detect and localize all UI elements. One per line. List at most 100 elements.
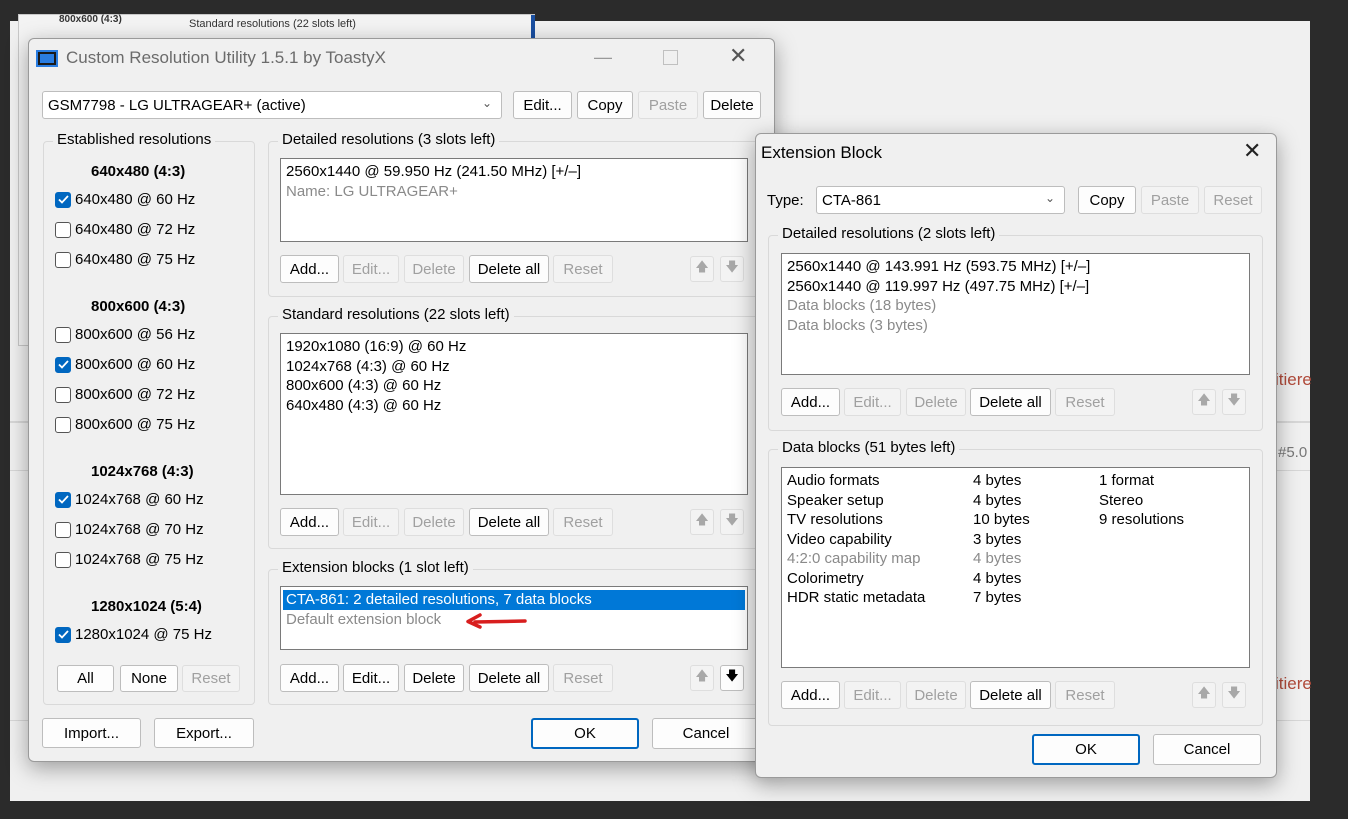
data-blocks-list[interactable]: Audio formats 4 bytes 1 format Speaker set… — [781, 467, 1250, 668]
data-block-name: Speaker setup — [787, 491, 884, 509]
ok-button[interactable]: OK — [1032, 734, 1140, 765]
paste-button[interactable]: Paste — [1141, 186, 1199, 214]
maximize-icon[interactable] — [663, 50, 678, 65]
none-button[interactable]: None — [120, 665, 178, 692]
list-item[interactable]: Data blocks (18 bytes) — [787, 296, 1244, 316]
list-item[interactable]: 2560x1440 @ 59.950 Hz (241.50 MHz) [+/–] — [286, 162, 742, 182]
reset-data-blocks-button[interactable]: Reset — [1055, 681, 1115, 709]
reset-established-button[interactable]: Reset — [182, 665, 240, 692]
list-item[interactable]: Video capability 3 bytes — [787, 530, 1244, 550]
group-heading: 1024x768 (4:3) — [91, 463, 194, 480]
standard-resolutions-list[interactable]: 1920x1080 (16:9) @ 60 Hz 1024x768 (4:3) … — [280, 333, 748, 495]
checkbox-checked-icon — [55, 191, 71, 208]
delete-data-block-button[interactable]: Delete — [906, 681, 966, 709]
checkbox-1024x768-70[interactable]: 1024x768 @ 70 Hz — [55, 521, 204, 538]
checkbox-640x480-60[interactable]: 640x480 @ 60 Hz — [55, 191, 195, 208]
checkbox-1280x1024-75[interactable]: 1280x1024 @ 75 Hz — [55, 626, 212, 643]
delete-standard-button[interactable]: Delete — [404, 508, 464, 536]
list-item[interactable]: Speaker setup 4 bytes Stereo — [787, 491, 1244, 511]
list-item[interactable]: 640x480 (4:3) @ 60 Hz — [286, 396, 742, 416]
list-item[interactable]: HDR static metadata 7 bytes — [787, 588, 1244, 608]
delete-detailed-button[interactable]: Delete — [906, 388, 966, 416]
move-down-icon[interactable]: 🡇 — [720, 256, 744, 282]
add-data-block-button[interactable]: Add... — [781, 681, 840, 709]
add-detailed-button[interactable]: Add... — [781, 388, 840, 416]
checkbox-label: 640x480 @ 60 Hz — [75, 191, 196, 208]
add-detailed-button[interactable]: Add... — [280, 255, 339, 283]
paste-button[interactable]: Paste — [638, 91, 698, 119]
extension-blocks-label: Extension blocks (1 slot left) — [278, 559, 473, 576]
close-icon[interactable]: ✕ — [729, 43, 747, 69]
list-item[interactable]: Data blocks (3 bytes) — [787, 316, 1244, 336]
import-button[interactable]: Import... — [42, 718, 141, 748]
move-down-icon[interactable]: 🡇 — [720, 509, 744, 535]
reset-extension-button[interactable]: Reset — [553, 664, 613, 692]
move-down-icon[interactable]: 🡇 — [1222, 389, 1246, 415]
reset-standard-button[interactable]: Reset — [553, 508, 613, 536]
reset-detailed-button[interactable]: Reset — [1055, 388, 1115, 416]
checkbox-800x600-60[interactable]: 800x600 @ 60 Hz — [55, 356, 195, 373]
checkbox-800x600-56[interactable]: 800x600 @ 56 Hz — [55, 326, 195, 343]
move-down-icon[interactable]: 🡇 — [720, 665, 744, 691]
ok-button[interactable]: OK — [531, 718, 639, 749]
add-extension-button[interactable]: Add... — [280, 664, 339, 692]
group-heading: 640x480 (4:3) — [91, 163, 186, 180]
checkbox-640x480-75[interactable]: 640x480 @ 75 Hz — [55, 251, 195, 268]
checkbox-800x600-72[interactable]: 800x600 @ 72 Hz — [55, 386, 195, 403]
move-up-icon[interactable]: 🡅 — [690, 256, 714, 282]
checkbox-640x480-72[interactable]: 640x480 @ 72 Hz — [55, 221, 195, 238]
close-icon[interactable]: ✕ — [1243, 138, 1261, 164]
copy-button[interactable]: Copy — [577, 91, 633, 119]
group-heading: 1280x1024 (5:4) — [91, 598, 202, 615]
delete-all-data-blocks-button[interactable]: Delete all — [970, 681, 1051, 709]
delete-all-standard-button[interactable]: Delete all — [469, 508, 549, 536]
cancel-button[interactable]: Cancel — [652, 718, 760, 749]
edit-detailed-button[interactable]: Edit... — [343, 255, 399, 283]
type-select[interactable]: CTA-861 ⌄ — [816, 186, 1065, 214]
edit-monitor-button[interactable]: Edit... — [513, 91, 572, 119]
move-up-icon[interactable]: 🡅 — [1192, 389, 1216, 415]
checkbox-800x600-75[interactable]: 800x600 @ 75 Hz — [55, 416, 195, 433]
reset-button[interactable]: Reset — [1204, 186, 1262, 214]
copy-button[interactable]: Copy — [1078, 186, 1136, 214]
edit-extension-button[interactable]: Edit... — [343, 664, 399, 692]
delete-detailed-button[interactable]: Delete — [404, 255, 464, 283]
cru-main-window: Custom Resolution Utility 1.5.1 by Toast… — [28, 38, 775, 762]
edit-data-block-button[interactable]: Edit... — [844, 681, 901, 709]
list-item[interactable]: Audio formats 4 bytes 1 format — [787, 471, 1244, 491]
export-button[interactable]: Export... — [154, 718, 254, 748]
list-item[interactable]: 1920x1080 (16:9) @ 60 Hz — [286, 337, 742, 357]
checkbox-1024x768-75[interactable]: 1024x768 @ 75 Hz — [55, 551, 204, 568]
list-item[interactable]: 1024x768 (4:3) @ 60 Hz — [286, 357, 742, 377]
list-item[interactable]: Name: LG ULTRAGEAR+ — [286, 182, 742, 202]
checkbox-label: 1024x768 @ 60 Hz — [75, 491, 204, 508]
list-item[interactable]: TV resolutions 10 bytes 9 resolutions — [787, 510, 1244, 530]
move-down-icon[interactable]: 🡇 — [1222, 682, 1246, 708]
monitor-select[interactable]: GSM7798 - LG ULTRAGEAR+ (active) ⌄ — [42, 91, 502, 119]
list-item[interactable]: 4:2:0 capability map 4 bytes — [787, 549, 1244, 569]
list-item[interactable]: Colorimetry 4 bytes — [787, 569, 1244, 589]
all-button[interactable]: All — [57, 665, 114, 692]
edit-standard-button[interactable]: Edit... — [343, 508, 399, 536]
list-item[interactable]: 2560x1440 @ 119.997 Hz (497.75 MHz) [+/–… — [787, 277, 1244, 297]
cancel-button[interactable]: Cancel — [1153, 734, 1261, 765]
delete-extension-button[interactable]: Delete — [404, 664, 464, 692]
move-up-icon[interactable]: 🡅 — [690, 665, 714, 691]
list-item[interactable]: 800x600 (4:3) @ 60 Hz — [286, 376, 742, 396]
edit-detailed-button[interactable]: Edit... — [844, 388, 901, 416]
checkbox-label: 1024x768 @ 75 Hz — [75, 551, 204, 568]
delete-all-detailed-button[interactable]: Delete all — [469, 255, 549, 283]
reset-detailed-button[interactable]: Reset — [553, 255, 613, 283]
minimize-icon[interactable]: — — [594, 47, 612, 68]
list-item-selected[interactable]: CTA-861: 2 detailed resolutions, 7 data … — [283, 590, 745, 610]
checkbox-1024x768-60[interactable]: 1024x768 @ 60 Hz — [55, 491, 204, 508]
ext-detailed-resolutions-list[interactable]: 2560x1440 @ 143.991 Hz (593.75 MHz) [+/–… — [781, 253, 1250, 375]
move-up-icon[interactable]: 🡅 — [1192, 682, 1216, 708]
add-standard-button[interactable]: Add... — [280, 508, 339, 536]
list-item[interactable]: 2560x1440 @ 143.991 Hz (593.75 MHz) [+/–… — [787, 257, 1244, 277]
delete-monitor-button[interactable]: Delete — [703, 91, 761, 119]
delete-all-extension-button[interactable]: Delete all — [469, 664, 549, 692]
move-up-icon[interactable]: 🡅 — [690, 509, 714, 535]
delete-all-detailed-button[interactable]: Delete all — [970, 388, 1051, 416]
detailed-resolutions-list[interactable]: 2560x1440 @ 59.950 Hz (241.50 MHz) [+/–]… — [280, 158, 748, 242]
